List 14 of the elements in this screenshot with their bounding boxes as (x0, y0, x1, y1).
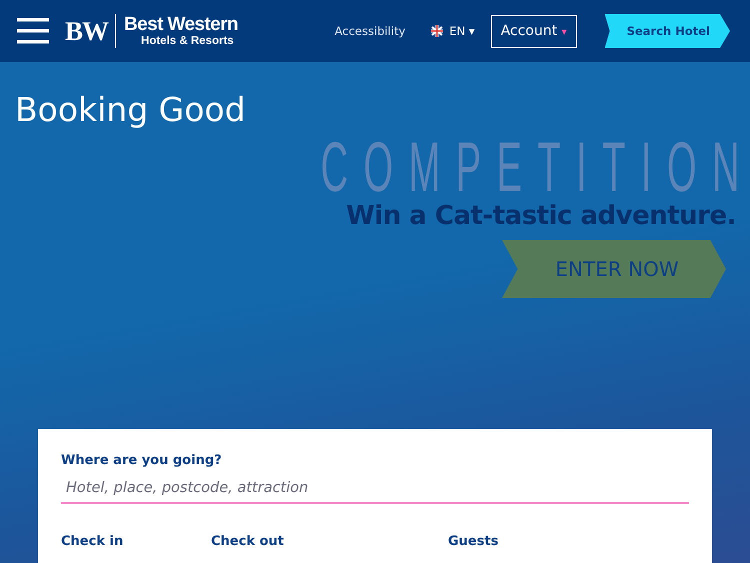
logo-mark[interactable]: BW (65, 14, 116, 48)
brand-tagline: Hotels & Resorts (141, 36, 235, 48)
field-label: Check out (211, 534, 285, 549)
field-label: Where are you going? (61, 453, 223, 468)
flag-icon (431, 25, 444, 37)
account-button[interactable]: Account ▾ (490, 14, 577, 48)
accessibility-link[interactable]: Accessibility (334, 24, 406, 38)
hero-title: Booking Good (15, 90, 246, 129)
menu-icon[interactable] (17, 18, 49, 44)
field-label: Check in (61, 534, 124, 549)
brand-name[interactable]: Best Western (124, 14, 238, 34)
language-selector[interactable]: EN ▾ (449, 24, 475, 38)
search-hotel-button[interactable]: Search Hotel (604, 14, 730, 48)
field-label: Guests (448, 534, 500, 549)
